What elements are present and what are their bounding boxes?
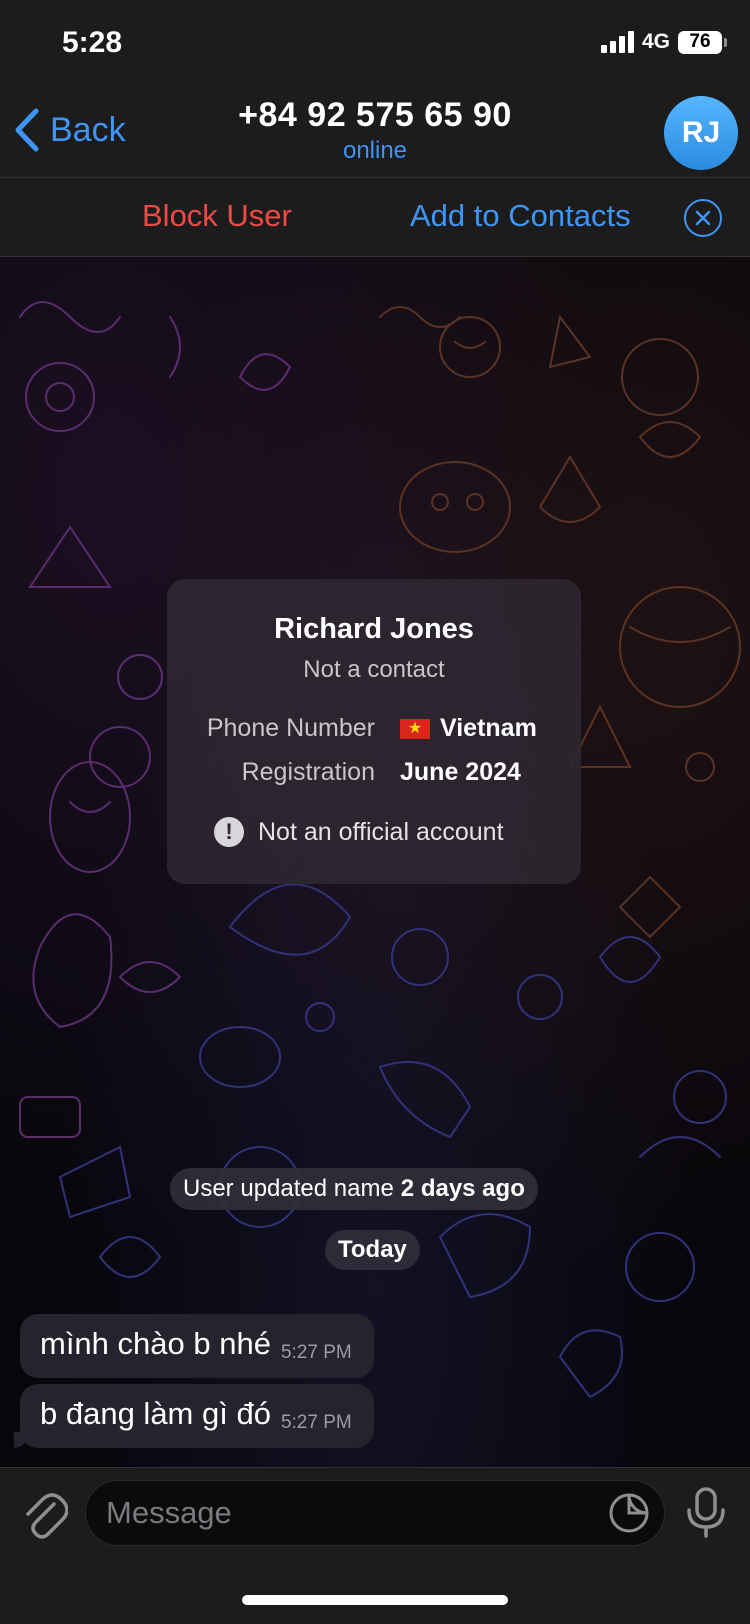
chat-title-area[interactable]: +84 92 575 65 90 online xyxy=(0,96,750,165)
chat-area[interactable]: Richard Jones Not a contact Phone Number… xyxy=(0,257,750,1467)
message-bubble[interactable]: mình chào b nhé 5:27 PM xyxy=(20,1314,374,1378)
online-status: online xyxy=(342,137,408,164)
service-message: User updated name 2 days ago xyxy=(170,1168,538,1210)
chat-header: Back +84 92 575 65 90 online RJ xyxy=(0,90,750,177)
contact-action-bar: Block User Add to Contacts xyxy=(0,177,750,257)
exclamation-icon: ! xyxy=(214,817,244,847)
vietnam-flag-icon: ★ xyxy=(400,718,430,739)
service-message-text: User updated name xyxy=(183,1175,394,1202)
phone-value: ★ Vietnam xyxy=(400,714,537,743)
battery-icon: 76 xyxy=(678,30,727,54)
block-user-button[interactable]: Block User xyxy=(142,198,292,234)
paperclip-icon[interactable] xyxy=(20,1490,68,1540)
status-time: 5:28 xyxy=(62,26,123,59)
message-text: b đang làm gì đó xyxy=(40,1396,271,1431)
contact-name: Richard Jones xyxy=(274,613,474,645)
chat-title: +84 92 575 65 90 xyxy=(238,96,512,134)
service-message-time: 2 days ago xyxy=(400,1175,525,1202)
phone-label: Phone Number xyxy=(206,714,375,742)
message-input[interactable] xyxy=(85,1480,665,1546)
home-indicator[interactable] xyxy=(242,1595,508,1605)
status-bar: 5:28 4G 76 xyxy=(0,0,750,90)
signal-icon xyxy=(600,31,634,53)
message-time: 5:27 PM xyxy=(280,1412,352,1433)
contact-status: Not a contact xyxy=(303,656,445,683)
message-bubble[interactable]: b đang làm gì đó 5:27 PM xyxy=(14,1384,374,1448)
avatar-initials: RJ xyxy=(681,116,721,149)
status-indicators: 4G 76 xyxy=(600,30,727,54)
registration-value: June 2024 xyxy=(400,758,521,786)
message-text: mình chào b nhé xyxy=(40,1326,271,1361)
registration-label: Registration xyxy=(241,758,375,786)
contact-info-card: Richard Jones Not a contact Phone Number… xyxy=(167,579,581,884)
close-icon[interactable] xyxy=(684,199,722,237)
avatar[interactable]: RJ xyxy=(664,96,738,170)
message-time: 5:27 PM xyxy=(280,1342,352,1363)
warning-text: Not an official account xyxy=(258,817,504,846)
sticker-icon[interactable] xyxy=(608,1492,650,1534)
official-warning: ! Not an official account xyxy=(214,817,504,847)
microphone-icon[interactable] xyxy=(684,1486,728,1538)
phone-country: Vietnam xyxy=(440,714,537,742)
battery-level: 76 xyxy=(689,31,711,52)
date-separator: Today xyxy=(325,1230,420,1270)
add-to-contacts-button[interactable]: Add to Contacts xyxy=(410,198,631,234)
network-type: 4G xyxy=(641,30,670,53)
